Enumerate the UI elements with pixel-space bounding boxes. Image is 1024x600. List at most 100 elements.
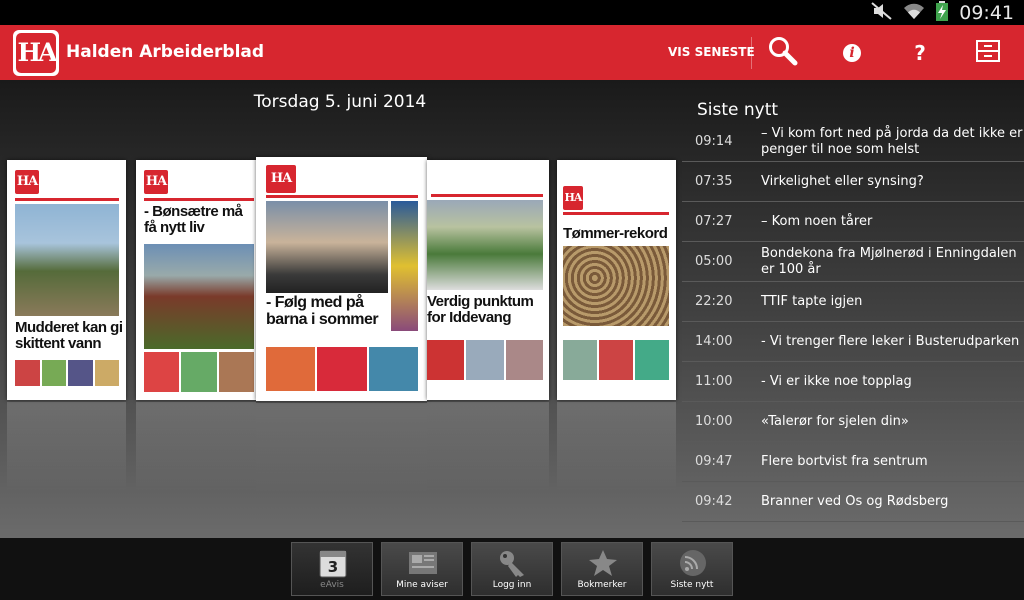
- cover-thumbnail[interactable]: HA - Bønsætre må få nytt liv: [136, 160, 256, 400]
- cover-logo: HA: [563, 186, 583, 210]
- news-item[interactable]: 10:00 «Talerør for sjelen din»: [682, 402, 1024, 442]
- calendar-icon: 3: [316, 548, 350, 578]
- news-item[interactable]: 11:00 - Vi er ikke noe topplag: [682, 362, 1024, 402]
- rss-icon: [676, 548, 710, 578]
- status-clock: 09:41: [959, 1, 1014, 24]
- cover-headline: Tømmer-rekord: [563, 225, 668, 242]
- nav-bokmerker-button[interactable]: Bokmerker: [561, 542, 643, 596]
- calendar-day: 3: [327, 558, 339, 576]
- appbar-divider: [751, 37, 752, 69]
- battery-charging-icon: [935, 0, 949, 25]
- cover-reflection: [557, 402, 676, 492]
- app-bar: HA Halden Arbeiderblad VIS SENESTE i ?: [0, 25, 1024, 80]
- cover-photo: [427, 200, 543, 290]
- cover-photo: [266, 201, 388, 293]
- nav-eavis-button[interactable]: 3 eAvis: [291, 542, 373, 596]
- cover-headline: - Følg med på barna i sommer: [266, 294, 379, 328]
- info-icon: i: [843, 43, 861, 62]
- news-item[interactable]: 09:47 Flere bortvist fra sentrum: [682, 442, 1024, 482]
- cover-logo: HA: [144, 170, 168, 194]
- nav-siste-nytt-button[interactable]: Siste nytt: [651, 542, 733, 596]
- logo-text: HA: [16, 33, 58, 73]
- cover-redbar: [431, 194, 543, 197]
- news-headline: Bondekona fra Mjølnerød i Enningdalen er…: [761, 246, 1017, 277]
- cover-thumbnail[interactable]: HA Mudderet kan gi skittent vann: [7, 160, 126, 400]
- star-icon: [586, 548, 620, 578]
- news-item[interactable]: 14:00 - Vi trenger flere leker i Busterud…: [682, 322, 1024, 362]
- cover-logo: HA: [266, 165, 296, 193]
- news-item[interactable]: 09:42 Branner ved Os og Rødsberg: [682, 482, 1024, 522]
- cover-redbar: [563, 212, 669, 215]
- news-headline: TTIF tapte igjen: [761, 294, 863, 309]
- cover-logo: HA: [15, 170, 39, 194]
- app-logo[interactable]: HA: [13, 30, 59, 76]
- vis-seneste-button[interactable]: VIS SENESTE: [660, 25, 763, 80]
- cover-reflection: [427, 402, 549, 492]
- cover-headline: - Bønsætre må få nytt liv: [144, 203, 243, 236]
- help-button[interactable]: ?: [892, 25, 948, 80]
- news-item[interactable]: 05:00 Bondekona fra Mjølnerød i Enningdal…: [682, 242, 1024, 282]
- news-time: 07:27: [695, 214, 733, 229]
- news-time: 14:00: [695, 334, 733, 349]
- news-time: 05:00: [695, 254, 733, 269]
- news-headline: - Vi trenger flere leker i Busterudparke…: [761, 334, 1020, 349]
- app-screen: 09:41 HA Halden Arbeiderblad VIS SENESTE…: [0, 0, 1024, 600]
- cover-photo: [563, 246, 669, 326]
- cover-thumbnail[interactable]: HA Tømmer-rekord: [557, 160, 676, 400]
- archive-button[interactable]: [960, 25, 1016, 80]
- cover-teasers: [266, 347, 418, 391]
- news-list: 09:14 – Vi kom fort ned på jorda da det i…: [682, 122, 1024, 522]
- news-time: 11:00: [695, 374, 733, 389]
- nav-siste-nytt-label: Siste nytt: [670, 580, 714, 590]
- news-headline: Branner ved Os og Rødsberg: [761, 494, 949, 509]
- mute-icon: [871, 1, 893, 24]
- news-time: 22:20: [695, 294, 733, 309]
- news-headline: «Talerør for sjelen din»: [761, 414, 909, 429]
- news-title: Siste nytt: [697, 100, 779, 120]
- news-headline: – Kom noen tårer: [761, 214, 873, 229]
- cover-redbar: [266, 195, 418, 198]
- cover-thumbnail[interactable]: HA - Følg med på barna i sommer: [256, 157, 427, 401]
- search-button[interactable]: [755, 25, 811, 80]
- news-item[interactable]: 07:35 Virkelighet eller synsing?: [682, 162, 1024, 202]
- nav-bokmerker-label: Bokmerker: [577, 580, 627, 590]
- cover-thumbnail[interactable]: Verdig punktum for Iddevang: [427, 160, 549, 400]
- help-icon: ?: [914, 40, 926, 65]
- news-headline: Virkelighet eller synsing?: [761, 174, 924, 189]
- archive-icon: [975, 39, 1001, 67]
- news-time: 09:42: [695, 494, 733, 509]
- cover-teasers: [144, 352, 254, 392]
- news-item[interactable]: 09:14 – Vi kom fort ned på jorda da det i…: [682, 122, 1024, 162]
- news-headline: Flere bortvist fra sentrum: [761, 454, 928, 469]
- news-time: 10:00: [695, 414, 733, 429]
- cover-reflection: [136, 402, 256, 492]
- key-icon: [496, 548, 530, 578]
- nav-logg-inn-button[interactable]: Logg inn: [471, 542, 553, 596]
- issue-date: Torsdag 5. juni 2014: [253, 92, 427, 112]
- nav-mine-aviser-button[interactable]: Mine aviser: [381, 542, 463, 596]
- cover-sidebar-photos: [391, 201, 418, 331]
- nav-mine-aviser-label: Mine aviser: [396, 580, 448, 590]
- news-item[interactable]: 22:20 TTIF tapte igjen: [682, 282, 1024, 322]
- cover-reflection: [256, 403, 427, 493]
- newspaper-icon: [406, 548, 440, 578]
- cover-headline: Mudderet kan gi skittent vann: [15, 319, 123, 352]
- app-title: Halden Arbeiderblad: [66, 42, 265, 62]
- cover-redbar: [15, 198, 119, 201]
- search-icon: [767, 35, 799, 71]
- nav-eavis-label: eAvis: [320, 580, 344, 590]
- cover-teasers: [427, 340, 543, 380]
- bottom-nav: 3 eAvis Mine aviser Logg inn Bokmerker S…: [0, 538, 1024, 600]
- info-button[interactable]: i: [824, 25, 880, 80]
- news-headline: - Vi er ikke noe topplag: [761, 374, 912, 389]
- news-time: 07:35: [695, 174, 733, 189]
- status-bar: 09:41: [0, 0, 1024, 25]
- cover-reflection: [7, 402, 126, 492]
- news-time: 09:14: [695, 134, 733, 149]
- cover-photo: [15, 204, 119, 316]
- cover-redbar: [144, 198, 254, 201]
- news-panel: Siste nytt 09:14 – Vi kom fort ned på jor…: [682, 80, 1024, 538]
- cover-photo: [144, 244, 254, 349]
- news-item[interactable]: 07:27 – Kom noen tårer: [682, 202, 1024, 242]
- nav-logg-inn-label: Logg inn: [492, 580, 532, 590]
